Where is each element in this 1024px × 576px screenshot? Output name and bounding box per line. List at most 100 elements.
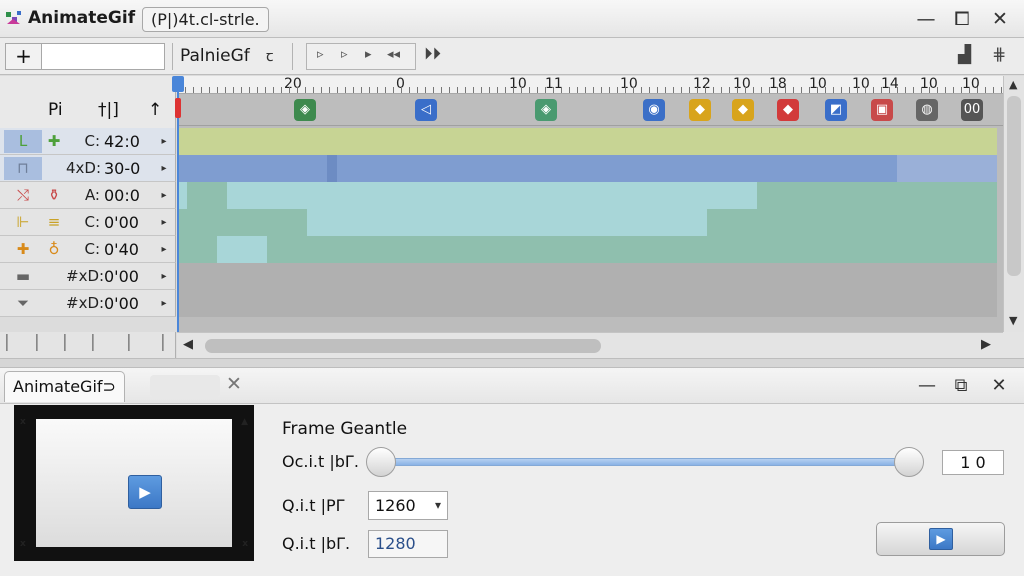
timeline-vertical-scrollbar[interactable]: ▲ ▼: [1003, 76, 1024, 332]
play-next-icon[interactable]: ⏵⏵: [424, 44, 441, 64]
layer-visibility-icon[interactable]: ⊓: [4, 157, 42, 180]
timeline-ruler[interactable]: 20 0 10 11 10 12 10 18 10 10 14 10 10: [177, 76, 1003, 94]
expand-arrow-icon[interactable]: ▸: [156, 130, 172, 153]
track-segment[interactable]: [767, 236, 997, 263]
close-button[interactable]: ✕: [986, 6, 1014, 32]
layers-header-sort-icon[interactable]: ↑: [148, 100, 162, 120]
tab-close-icon[interactable]: ✕: [226, 373, 242, 395]
horizontal-scroll-thumb[interactable]: [205, 339, 601, 353]
expand-arrow-icon[interactable]: ▸: [156, 292, 172, 315]
layer-visibility-icon[interactable]: L: [4, 130, 42, 153]
palette-label[interactable]: PalnieGf: [180, 46, 250, 66]
track-segment[interactable]: [217, 236, 267, 263]
layer-row[interactable]: ⊩ ≡ C: 0'00 ▸: [0, 209, 176, 236]
track-segment[interactable]: [227, 182, 427, 209]
keyframe-icon[interactable]: ◈: [294, 99, 316, 121]
expand-arrow-icon[interactable]: ▸: [156, 238, 172, 261]
keyframe-icon[interactable]: ◩: [825, 99, 847, 121]
playhead-handle[interactable]: [172, 76, 184, 92]
panel-close-button[interactable]: ✕: [986, 373, 1012, 399]
panel-maximize-button[interactable]: ⧉: [948, 373, 974, 399]
track-segment[interactable]: [177, 128, 997, 155]
width-select[interactable]: 1260 ▾: [368, 491, 448, 520]
layer-row[interactable]: ⤭ ⚱ A: 00:0 ▸: [0, 182, 176, 209]
track-segment[interactable]: [327, 155, 337, 182]
track-segment[interactable]: [307, 209, 707, 236]
timeline-track[interactable]: [177, 182, 997, 209]
keyframe-icon[interactable]: ◆: [732, 99, 754, 121]
grid-icon[interactable]: ⋕: [992, 45, 1006, 65]
layer-time[interactable]: 0'00: [104, 211, 154, 234]
layer-row[interactable]: ⏷ #xD: 0'00 ▸: [0, 290, 176, 317]
add-layer-button[interactable]: +: [5, 43, 41, 70]
height-field[interactable]: 1280: [368, 530, 448, 558]
layer-row[interactable]: ▬ #xD: 0'00 ▸: [0, 263, 176, 290]
track-segment[interactable]: [337, 155, 897, 182]
play-icon[interactable]: ▸: [365, 47, 372, 62]
expand-arrow-icon[interactable]: ▸: [156, 211, 172, 234]
step-forward-icon[interactable]: ▹: [341, 47, 348, 62]
track-segment[interactable]: [177, 263, 997, 290]
layer-row[interactable]: L ✚ C: 42:0 ▸: [0, 128, 176, 155]
panel-tab-animategif[interactable]: AnimateGif⊃: [4, 371, 125, 402]
track-segment[interactable]: [187, 182, 227, 209]
delay-slider-end-knob[interactable]: [894, 447, 924, 477]
layer-time[interactable]: 0'00: [104, 265, 154, 288]
expand-arrow-icon[interactable]: ▸: [156, 157, 172, 180]
scroll-right-icon[interactable]: ▶: [981, 337, 991, 352]
track-segment[interactable]: [707, 209, 997, 236]
panel-minimize-button[interactable]: —: [914, 373, 940, 399]
timeline-track[interactable]: [177, 263, 997, 290]
layer-time[interactable]: 30-0: [104, 157, 154, 180]
track-segment[interactable]: [427, 182, 757, 209]
panel-tab-inactive[interactable]: [150, 375, 220, 397]
scroll-left-icon[interactable]: ◀: [183, 337, 193, 352]
playhead[interactable]: [172, 76, 184, 332]
keyframe-icon[interactable]: ◈: [535, 99, 557, 121]
minimize-button[interactable]: —: [912, 6, 940, 32]
layer-row[interactable]: ✚ ♁ C: 0'40 ▸: [0, 236, 176, 263]
preview-canvas[interactable]: x ▲ x x ▶: [20, 417, 248, 549]
timeline-track[interactable]: [177, 236, 997, 263]
timeline-horizontal-scrollbar[interactable]: ◀ ▶: [177, 332, 1003, 358]
keyframe-icon[interactable]: ◆: [777, 99, 799, 121]
timeline-tracks[interactable]: [177, 126, 1003, 332]
layer-visibility-icon[interactable]: ▬: [4, 265, 42, 288]
timeline-track[interactable]: [177, 128, 997, 155]
layer-time[interactable]: 00:0: [104, 184, 154, 207]
palette-icon[interactable]: ꞇ: [266, 46, 273, 66]
delay-value-input[interactable]: 1 0: [942, 450, 1004, 475]
keyframe-icon[interactable]: 00: [961, 99, 983, 121]
track-segment[interactable]: [897, 155, 997, 182]
layer-visibility-icon[interactable]: ✚: [4, 238, 42, 261]
layers-header-type[interactable]: †|]: [98, 100, 119, 120]
layer-visibility-icon[interactable]: ⤭: [4, 184, 42, 207]
export-play-button[interactable]: ▶: [876, 522, 1005, 556]
step-forward-icon[interactable]: ▹: [317, 47, 324, 62]
expand-arrow-icon[interactable]: ▸: [156, 184, 172, 207]
scroll-thumb[interactable]: [1007, 96, 1021, 276]
scroll-down-icon[interactable]: ▼: [1009, 314, 1017, 327]
track-segment[interactable]: [177, 155, 327, 182]
scroll-up-icon[interactable]: ▲: [1009, 78, 1017, 91]
keyframe-icon[interactable]: ◍: [916, 99, 938, 121]
rewind-icon[interactable]: ◂◂: [387, 47, 400, 62]
track-segment[interactable]: [177, 290, 997, 317]
preview-play-button[interactable]: ▶: [128, 475, 162, 509]
track-segment[interactable]: [177, 209, 307, 236]
layer-time[interactable]: 42:0: [104, 130, 154, 153]
delay-slider-start-knob[interactable]: [366, 447, 396, 477]
keyframe-icon[interactable]: ◉: [643, 99, 665, 121]
track-segment[interactable]: [757, 182, 997, 209]
layer-row[interactable]: ⊓ 4xD: 30-0 ▸: [0, 155, 176, 182]
project-dropdown[interactable]: (P|)4t.cl-strle.: [142, 7, 269, 32]
toolbar-input[interactable]: [41, 43, 165, 70]
expand-arrow-icon[interactable]: ▸: [156, 265, 172, 288]
layer-visibility-icon[interactable]: ⏷: [4, 292, 42, 315]
timeline-track[interactable]: [177, 290, 997, 317]
delay-slider-track[interactable]: [381, 458, 909, 466]
layer-visibility-icon[interactable]: ⊩: [4, 211, 42, 234]
layer-time[interactable]: 0'00: [104, 292, 154, 315]
layers-header-name[interactable]: Pi: [48, 100, 63, 120]
chart-icon[interactable]: ▟: [958, 45, 971, 65]
